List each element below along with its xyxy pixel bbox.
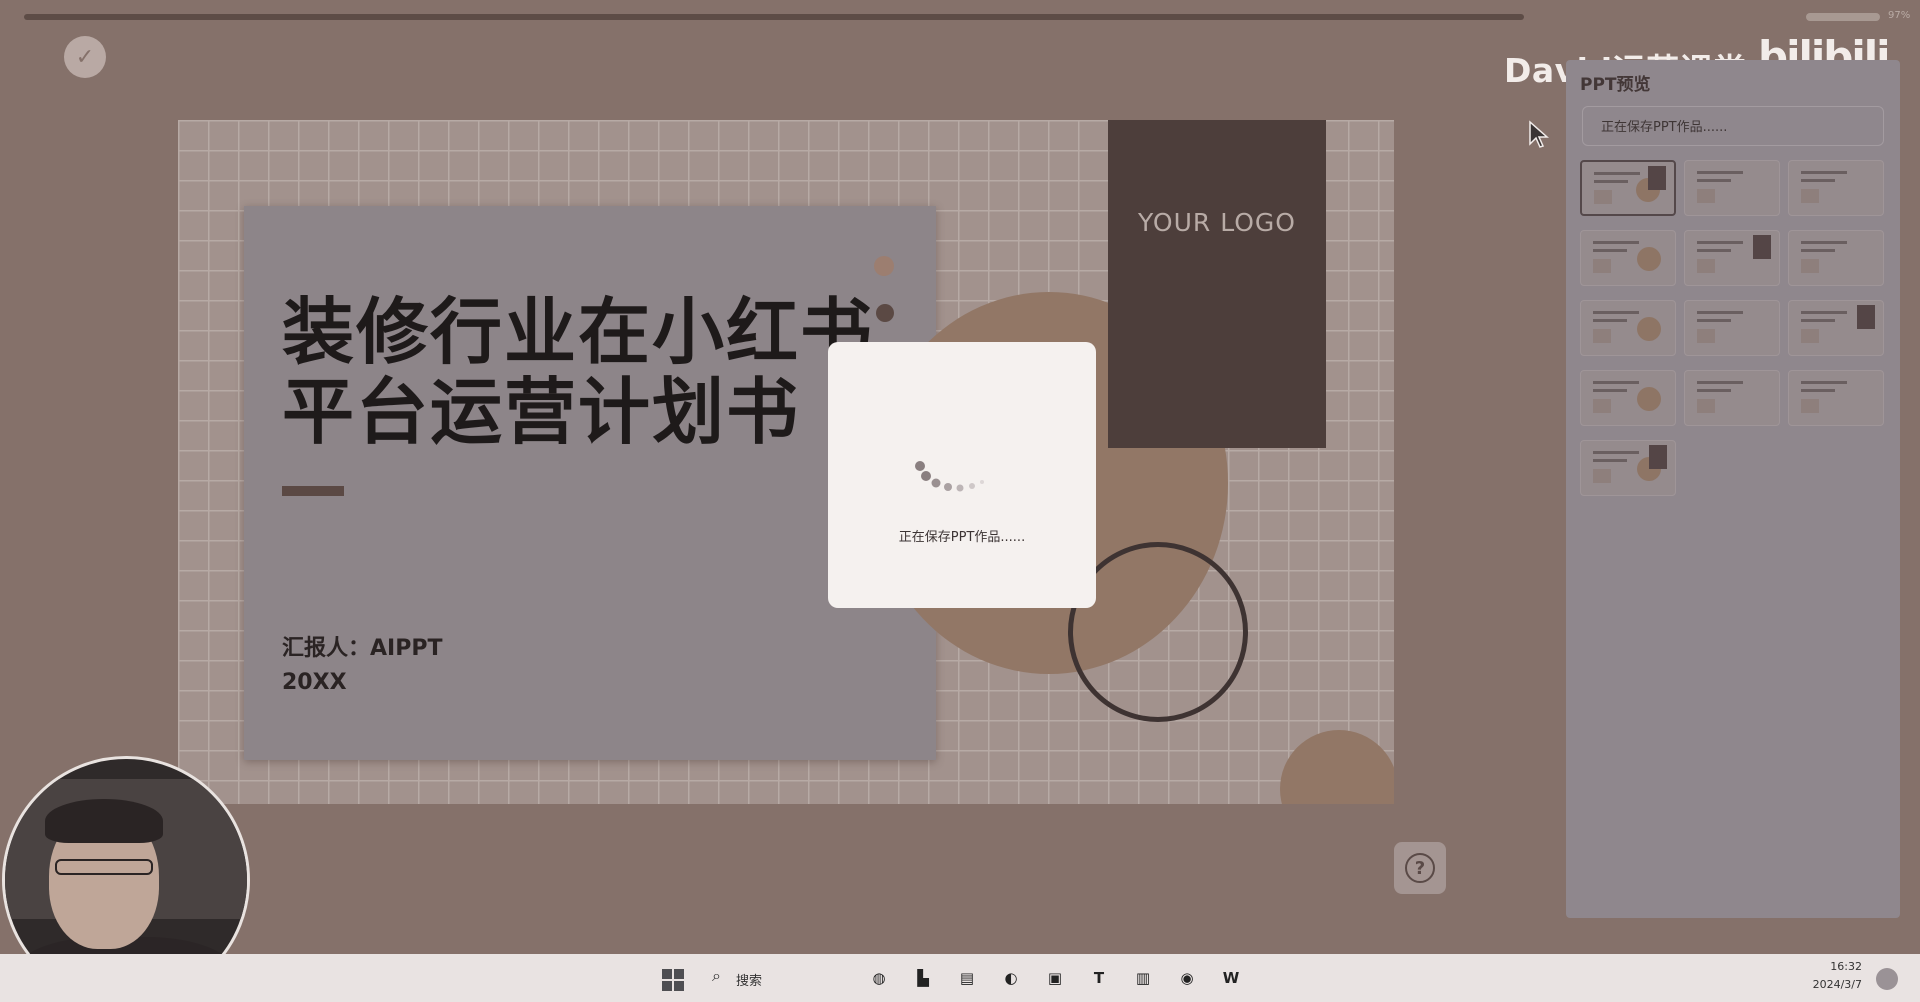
slide-title[interactable]: 装修行业在小红书平台运营计划书 xyxy=(282,292,902,452)
notepad-icon[interactable]: ▥ xyxy=(1130,965,1156,991)
notification-icon[interactable] xyxy=(1876,968,1898,990)
zoom-level: 97% xyxy=(1888,10,1911,21)
logo-text: YOUR LOGO xyxy=(1138,208,1296,237)
title-underline xyxy=(282,486,344,496)
slide-thumbnail[interactable] xyxy=(1684,370,1780,426)
windows-start-icon[interactable] xyxy=(662,969,684,991)
webcam-person-hair xyxy=(45,799,163,843)
word-icon[interactable]: W xyxy=(1218,965,1244,991)
window-controls[interactable] xyxy=(1806,13,1880,21)
slide-thumbnail[interactable] xyxy=(1684,230,1780,286)
decor-small-circle xyxy=(1280,730,1394,804)
taskbar-time[interactable]: 16:32 xyxy=(1812,960,1862,973)
slide-thumbnail[interactable] xyxy=(1580,230,1676,286)
taskbar: ⌕ 搜索 ◍ ▙ ▤ ◐ ▣ T ▥ ◉ W 16:32 2024/3/7 xyxy=(0,954,1920,1002)
taskbar-date[interactable]: 2024/3/7 xyxy=(1792,978,1862,991)
slide-thumbnail-list xyxy=(1580,160,1890,496)
slide-canvas[interactable]: YOUR LOGO 装修行业在小红书平台运营计划书 汇报人：AIPPT 20XX xyxy=(178,120,1394,804)
taskview-icon[interactable]: ▙ xyxy=(910,965,936,991)
saving-dialog: 正在保存PPT作品...... xyxy=(828,342,1096,608)
slide-thumbnail[interactable] xyxy=(1580,300,1676,356)
file-explorer-icon[interactable]: ▤ xyxy=(954,965,980,991)
taskbar-search[interactable]: 搜索 xyxy=(736,970,762,989)
slide-thumbnail[interactable] xyxy=(1788,230,1884,286)
mouse-cursor-icon xyxy=(1529,120,1549,148)
slide-thumbnail[interactable] xyxy=(1788,370,1884,426)
logo-block xyxy=(1108,120,1326,448)
slide-thumbnail[interactable] xyxy=(1684,160,1780,216)
top-strip: 97% xyxy=(0,0,1920,32)
webcam-person-glasses xyxy=(55,859,153,875)
slide-thumbnail[interactable] xyxy=(1788,160,1884,216)
slide-thumbnail[interactable] xyxy=(1684,300,1780,356)
question-icon: ? xyxy=(1405,853,1435,883)
chrome-icon[interactable]: ◉ xyxy=(1174,965,1200,991)
slide-thumbnail[interactable] xyxy=(1580,440,1676,496)
top-progress-bar xyxy=(24,14,1524,20)
search-icon[interactable]: ⌕ xyxy=(712,966,721,986)
slide-year[interactable]: 20XX xyxy=(282,670,347,695)
decor-dot xyxy=(874,256,894,276)
slide-thumbnail[interactable] xyxy=(1580,370,1676,426)
store-icon[interactable]: ▣ xyxy=(1042,965,1068,991)
typora-icon[interactable]: T xyxy=(1086,965,1112,991)
help-button[interactable]: ? xyxy=(1394,842,1446,894)
widgets-icon[interactable]: ◍ xyxy=(866,965,892,991)
slide-thumbnail[interactable] xyxy=(1580,160,1676,216)
edge-icon[interactable]: ◐ xyxy=(998,965,1024,991)
loading-spinner-icon xyxy=(915,461,984,492)
preview-panel-status: 正在保存PPT作品...... xyxy=(1582,106,1884,146)
preview-panel-title: PPT预览 xyxy=(1580,75,1651,95)
slide-reporter[interactable]: 汇报人：AIPPT xyxy=(282,630,442,662)
slide-thumbnail[interactable] xyxy=(1788,300,1884,356)
saving-status-text: 正在保存PPT作品...... xyxy=(898,530,1026,545)
app-logo-icon[interactable]: ✓ xyxy=(64,36,106,78)
ppt-preview-panel: PPT预览 正在保存PPT作品...... xyxy=(1566,60,1900,918)
